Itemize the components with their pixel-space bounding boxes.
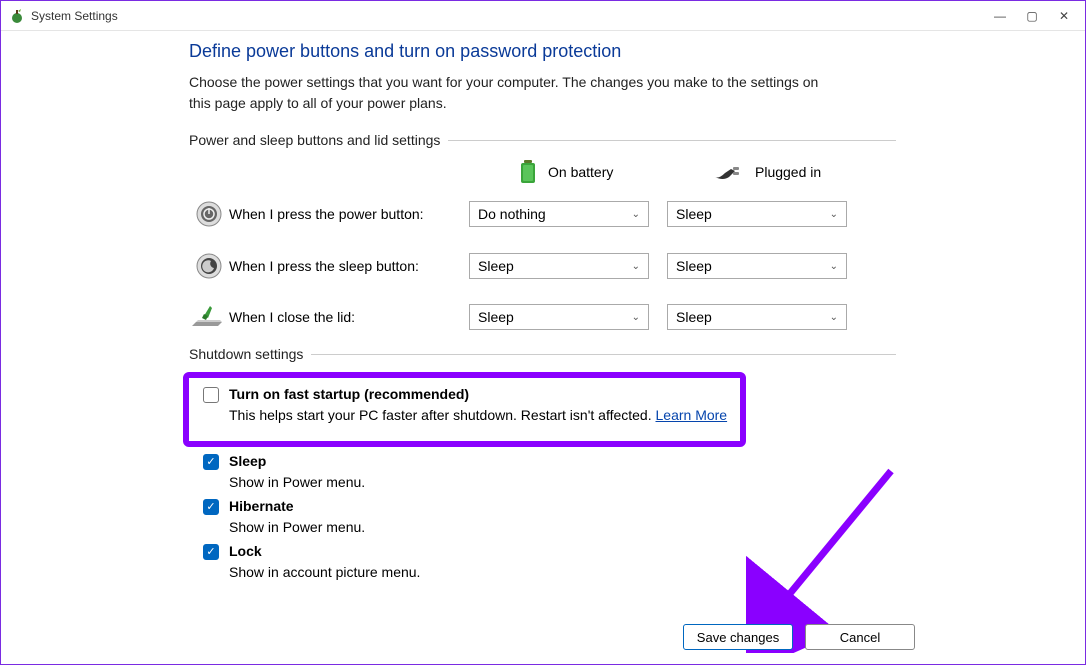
window-controls: — ▢ ✕ <box>993 9 1077 23</box>
close-button[interactable]: ✕ <box>1057 9 1071 23</box>
section-rule <box>311 354 896 355</box>
save-button-label: Save changes <box>697 630 779 645</box>
app-icon <box>9 8 25 24</box>
select-sleep-button-plugged[interactable]: Sleep ⌄ <box>667 253 847 279</box>
select-value: Sleep <box>676 309 712 325</box>
select-sleep-button-battery[interactable]: Sleep ⌄ <box>469 253 649 279</box>
select-value: Sleep <box>478 258 514 274</box>
select-power-button-battery[interactable]: Do nothing ⌄ <box>469 201 649 227</box>
lock-label: Lock <box>229 543 262 559</box>
col-header-plugged: Plugged in <box>713 158 878 186</box>
select-value: Do nothing <box>478 206 546 222</box>
page-description: Choose the power settings that you want … <box>189 72 829 114</box>
row-lid: When I close the lid: Sleep ⌄ Sleep ⌄ <box>189 304 896 330</box>
row-power-button-label: When I press the power button: <box>229 206 469 222</box>
content-area: Define power buttons and turn on passwor… <box>1 31 896 580</box>
row-sleep-button: When I press the sleep button: Sleep ⌄ S… <box>189 252 896 280</box>
setting-lock: ✓ Lock Show in account picture menu. <box>203 543 896 580</box>
save-changes-button[interactable]: Save changes <box>683 624 793 650</box>
minimize-button[interactable]: — <box>993 9 1007 23</box>
battery-icon <box>518 158 538 186</box>
chevron-down-icon: ⌄ <box>830 209 838 220</box>
titlebar: System Settings — ▢ ✕ <box>1 1 1085 31</box>
setting-sleep: ✓ Sleep Show in Power menu. <box>203 453 896 490</box>
maximize-button[interactable]: ▢ <box>1025 9 1039 23</box>
section-label: Power and sleep buttons and lid settings <box>189 132 440 148</box>
row-sleep-button-label: When I press the sleep button: <box>229 258 469 274</box>
select-power-button-plugged[interactable]: Sleep ⌄ <box>667 201 847 227</box>
select-value: Sleep <box>676 206 712 222</box>
chevron-down-icon: ⌄ <box>830 312 838 323</box>
cancel-button-label: Cancel <box>840 630 880 645</box>
col-header-battery: On battery <box>518 158 683 186</box>
window-title: System Settings <box>31 9 993 23</box>
checkbox-fast-startup[interactable] <box>203 387 219 403</box>
cancel-button[interactable]: Cancel <box>805 624 915 650</box>
chevron-down-icon: ⌄ <box>830 261 838 272</box>
row-power-button: When I press the power button: Do nothin… <box>189 200 896 228</box>
plug-icon <box>713 163 745 181</box>
chevron-down-icon: ⌄ <box>632 312 640 323</box>
section-label: Shutdown settings <box>189 346 303 362</box>
select-value: Sleep <box>478 309 514 325</box>
col-header-plugged-label: Plugged in <box>755 164 821 180</box>
section-rule <box>448 140 896 141</box>
select-lid-plugged[interactable]: Sleep ⌄ <box>667 304 847 330</box>
lid-icon <box>189 304 229 330</box>
column-headers: On battery Plugged in <box>189 158 896 186</box>
row-lid-label: When I close the lid: <box>229 309 469 325</box>
section-shutdown: Shutdown settings <box>189 346 896 362</box>
power-button-icon <box>189 200 229 228</box>
footer-buttons: Save changes Cancel <box>683 624 915 650</box>
checkbox-lock[interactable]: ✓ <box>203 544 219 560</box>
checkbox-sleep[interactable]: ✓ <box>203 454 219 470</box>
hibernate-desc: Show in Power menu. <box>229 519 896 535</box>
chevron-down-icon: ⌄ <box>632 261 640 272</box>
fast-startup-label: Turn on fast startup (recommended) <box>229 386 469 402</box>
select-value: Sleep <box>676 258 712 274</box>
sleep-button-icon <box>189 252 229 280</box>
setting-hibernate: ✓ Hibernate Show in Power menu. <box>203 498 896 535</box>
section-power-sleep: Power and sleep buttons and lid settings <box>189 132 896 148</box>
fast-startup-desc: This helps start your PC faster after sh… <box>229 407 656 423</box>
hibernate-label: Hibernate <box>229 498 294 514</box>
page-title: Define power buttons and turn on passwor… <box>189 41 896 62</box>
sleep-label: Sleep <box>229 453 266 469</box>
chevron-down-icon: ⌄ <box>632 209 640 220</box>
lock-desc: Show in account picture menu. <box>229 564 896 580</box>
select-lid-battery[interactable]: Sleep ⌄ <box>469 304 649 330</box>
col-header-battery-label: On battery <box>548 164 613 180</box>
learn-more-link[interactable]: Learn More <box>656 407 728 423</box>
highlight-fast-startup: Turn on fast startup (recommended) This … <box>183 372 746 447</box>
checkbox-hibernate[interactable]: ✓ <box>203 499 219 515</box>
sleep-desc: Show in Power menu. <box>229 474 896 490</box>
